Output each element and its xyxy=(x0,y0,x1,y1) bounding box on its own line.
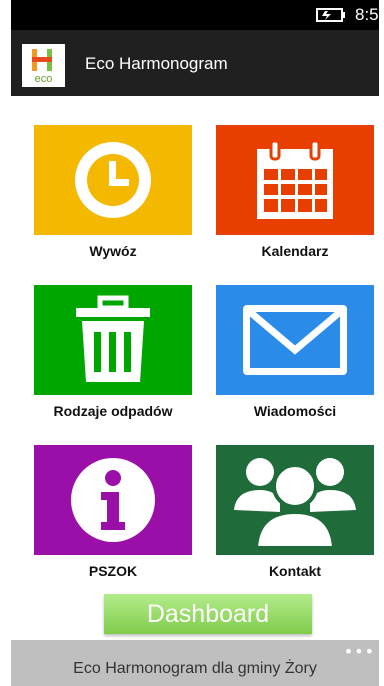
calendar-icon xyxy=(257,139,333,219)
app-logo: eco xyxy=(22,44,65,87)
frame-right xyxy=(379,0,384,686)
tile-kalendarz-label: Kalendarz xyxy=(261,243,329,259)
tile-rodzaje-odpadow-label: Rodzaje odpadów xyxy=(53,403,173,419)
tile-pszok-label: PSZOK xyxy=(88,563,138,579)
tile-kontakt-label: Kontakt xyxy=(268,563,322,579)
dashboard-button[interactable]: Dashboard xyxy=(104,594,312,634)
app-bar-text: Eco Harmonogram dla gminy Żory xyxy=(73,660,317,677)
battery-icon xyxy=(316,8,345,22)
clock-icon xyxy=(75,142,151,218)
envelope-icon xyxy=(243,305,347,375)
tile-wywoz-label: Wywóz xyxy=(89,243,137,259)
info-icon xyxy=(71,458,155,542)
status-time: 8:5 xyxy=(355,5,379,24)
tile-rodzaje-odpadow-box[interactable] xyxy=(34,285,192,395)
people-icon xyxy=(234,458,356,550)
frame-left xyxy=(0,0,11,686)
tile-wiadomosci-label: Wiadomości xyxy=(253,403,337,419)
more-icon[interactable]: ••• xyxy=(344,642,375,661)
tile-kontakt-box[interactable] xyxy=(216,445,374,555)
tile-kalendarz-box[interactable] xyxy=(216,125,374,235)
app-header: eco Eco Harmonogram xyxy=(11,30,379,96)
status-bar: 8:5 xyxy=(11,0,379,30)
app-bar: ••• Eco Harmonogram dla gminy Żory xyxy=(11,640,379,686)
trash-icon xyxy=(76,295,150,382)
logo-text: eco xyxy=(35,73,53,85)
tile-wiadomosci-box[interactable] xyxy=(216,285,374,395)
app-title: Eco Harmonogram xyxy=(85,54,228,73)
tile-wywoz-box[interactable] xyxy=(34,125,192,235)
tile-pszok-box[interactable] xyxy=(34,445,192,555)
